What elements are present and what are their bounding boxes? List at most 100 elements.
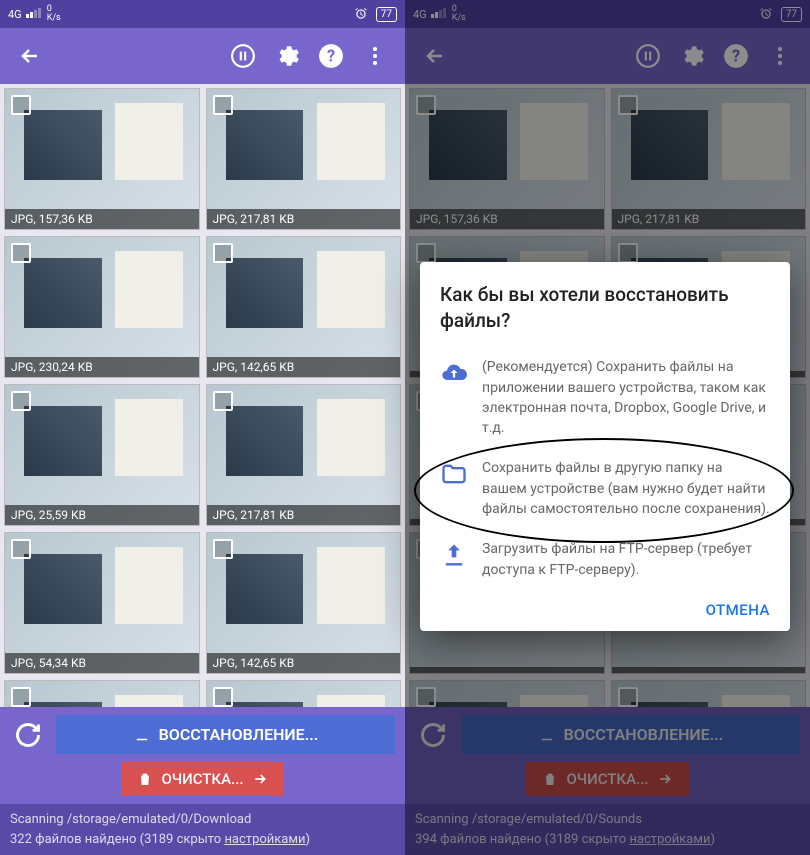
thumbnail-checkbox[interactable] (618, 687, 638, 707)
battery-indicator: 77 (376, 7, 397, 22)
thumbnail-checkbox[interactable] (11, 687, 31, 707)
menu-button[interactable] (760, 36, 800, 76)
thumbnail-label: JPG, 142,65 KB (207, 357, 401, 377)
thumbnail-checkbox[interactable] (213, 539, 233, 559)
cleanup-button[interactable]: ОЧИСТКА... (121, 762, 283, 796)
refresh-button[interactable] (415, 717, 451, 753)
thumbnail-checkbox[interactable] (213, 95, 233, 115)
thumbnail-label (612, 667, 806, 673)
bottom-bar: ВОССТАНОВЛЕНИЕ... ОЧИСТКА... (0, 707, 405, 804)
thumbnail-item[interactable]: JPG, 54,34 KB (4, 532, 200, 674)
thumbnail-item[interactable]: JPG, 25,59 KB (206, 680, 402, 707)
dialog-title: Как бы вы хотели восстановить файлы? (420, 282, 790, 347)
thumbnail-item[interactable]: JPG, 142,65 KB (206, 236, 402, 378)
dialog-option-cloud[interactable]: (Рекомендуется) Сохранить файлы на прило… (420, 347, 790, 448)
thumbnail-item[interactable]: JPG, 157,36 KB (409, 88, 605, 230)
thumbnail-label: JPG, 142,65 KB (207, 653, 401, 673)
restore-label: ВОССТАНОВЛЕНИЕ... (159, 725, 319, 744)
found-count: 394 файлов найдено (3189 скрыто настройк… (415, 830, 800, 850)
pause-button[interactable] (223, 36, 263, 76)
folder-icon (440, 460, 468, 488)
thumbnail-item[interactable]: JPG, 157,36 KB (4, 88, 200, 230)
refresh-button[interactable] (10, 717, 46, 753)
thumbnail-label: JPG, 217,81 KB (207, 505, 401, 525)
upload-icon (440, 541, 468, 569)
svg-text:?: ? (327, 46, 335, 65)
thumbnail-label: JPG, 230,24 KB (5, 357, 199, 377)
arrow-right-icon (657, 771, 673, 787)
settings-button[interactable] (672, 36, 712, 76)
back-button[interactable] (10, 36, 50, 76)
signal-indicator: 4G (413, 8, 446, 21)
dialog-option-folder[interactable]: Сохранить файлы в другую папку на вашем … (420, 448, 790, 529)
back-button[interactable] (415, 36, 455, 76)
thumbnail-checkbox[interactable] (11, 391, 31, 411)
network-speed: 0K/s (47, 5, 61, 23)
thumbnail-item[interactable]: JPG, 217,81 KB (206, 384, 402, 526)
battery-indicator: 77 (781, 7, 802, 22)
dialog-option-text: (Рекомендуется) Сохранить файлы на прило… (482, 357, 770, 438)
app-bar: ? (0, 28, 405, 84)
pause-button[interactable] (628, 36, 668, 76)
phone-left: 4G 0K/s 77 ? JPG, 157,36 KB JPG, 217,81 K… (0, 0, 405, 855)
alarm-icon (354, 7, 368, 21)
thumbnail-item[interactable]: JPG, 230,24 KB (4, 236, 200, 378)
dialog-option-text: Загрузить файлы на FTP-сервер (требует д… (482, 539, 770, 580)
alarm-icon (759, 7, 773, 21)
thumbnail-label: JPG, 157,36 KB (5, 209, 199, 229)
thumbnail-label: JPG, 25,59 KB (5, 505, 199, 525)
thumbnail-item[interactable]: JPG, 25,59 KB (611, 680, 807, 707)
thumbnail-item[interactable]: JPG, 21,66 KB (409, 680, 605, 707)
cloud-upload-icon (440, 359, 468, 387)
bottom-bar: ВОССТАНОВЛЕНИЕ... ОЧИСТКА... (405, 707, 810, 804)
app-bar: ? (405, 28, 810, 84)
dialog-cancel-button[interactable]: ОТМЕНА (706, 601, 770, 619)
settings-link[interactable]: настройками (629, 832, 710, 847)
thumbnail-checkbox[interactable] (11, 243, 31, 263)
thumbnail-checkbox[interactable] (416, 687, 436, 707)
menu-button[interactable] (355, 36, 395, 76)
thumbnail-item[interactable]: JPG, 217,81 KB (206, 88, 402, 230)
scan-status: Scanning /storage/emulated/0/Download 32… (0, 804, 405, 855)
found-count: 322 файлов найдено (3189 скрыто настройк… (10, 830, 395, 850)
thumbnail-item[interactable]: JPG, 25,59 KB (4, 384, 200, 526)
thumbnail-grid-container: JPG, 157,36 KB JPG, 217,81 KB JPG, 230,24 … (0, 84, 405, 707)
settings-link[interactable]: настройками (224, 832, 305, 847)
help-button[interactable]: ? (311, 36, 351, 76)
thumbnail-checkbox[interactable] (618, 243, 638, 263)
thumbnail-checkbox[interactable] (213, 687, 233, 707)
settings-button[interactable] (267, 36, 307, 76)
scan-status: Scanning /storage/emulated/0/Sounds 394 … (405, 804, 810, 855)
restore-button[interactable]: ВОССТАНОВЛЕНИЕ... (461, 715, 800, 754)
svg-text:?: ? (732, 46, 740, 65)
restore-button[interactable]: ВОССТАНОВЛЕНИЕ... (56, 715, 395, 754)
thumbnail-item[interactable]: JPG, 142,65 KB (206, 532, 402, 674)
thumbnail-label: JPG, 157,36 KB (410, 209, 604, 229)
thumbnail-label (410, 667, 604, 673)
thumbnail-item[interactable]: JPG, 21,66 KB (4, 680, 200, 707)
dialog-option-text: Сохранить файлы в другую папку на вашем … (482, 458, 770, 519)
cleanup-button[interactable]: ОЧИСТКА... (526, 762, 688, 796)
thumbnail-checkbox[interactable] (416, 95, 436, 115)
thumbnail-checkbox[interactable] (213, 243, 233, 263)
dialog-option-ftp[interactable]: Загрузить файлы на FTP-сервер (требует д… (420, 529, 790, 590)
signal-indicator: 4G (8, 8, 41, 21)
thumbnail-label: JPG, 217,81 KB (207, 209, 401, 229)
network-speed: 0K/s (452, 5, 466, 23)
status-bar: 4G 0K/s 77 (405, 0, 810, 28)
restore-label: ВОССТАНОВЛЕНИЕ... (564, 725, 724, 744)
thumbnail-item[interactable]: JPG, 217,81 KB (611, 88, 807, 230)
restore-dialog: Как бы вы хотели восстановить файлы? (Ре… (420, 262, 790, 631)
cleanup-label: ОЧИСТКА... (161, 770, 243, 788)
status-bar: 4G 0K/s 77 (0, 0, 405, 28)
thumbnail-checkbox[interactable] (11, 539, 31, 559)
help-button[interactable]: ? (716, 36, 756, 76)
thumbnail-checkbox[interactable] (416, 243, 436, 263)
thumbnail-checkbox[interactable] (618, 95, 638, 115)
cleanup-label: ОЧИСТКА... (566, 770, 648, 788)
scan-path: Scanning /storage/emulated/0/Download (10, 810, 395, 830)
download-icon (133, 726, 151, 744)
download-icon (538, 726, 556, 744)
thumbnail-checkbox[interactable] (213, 391, 233, 411)
thumbnail-checkbox[interactable] (11, 95, 31, 115)
